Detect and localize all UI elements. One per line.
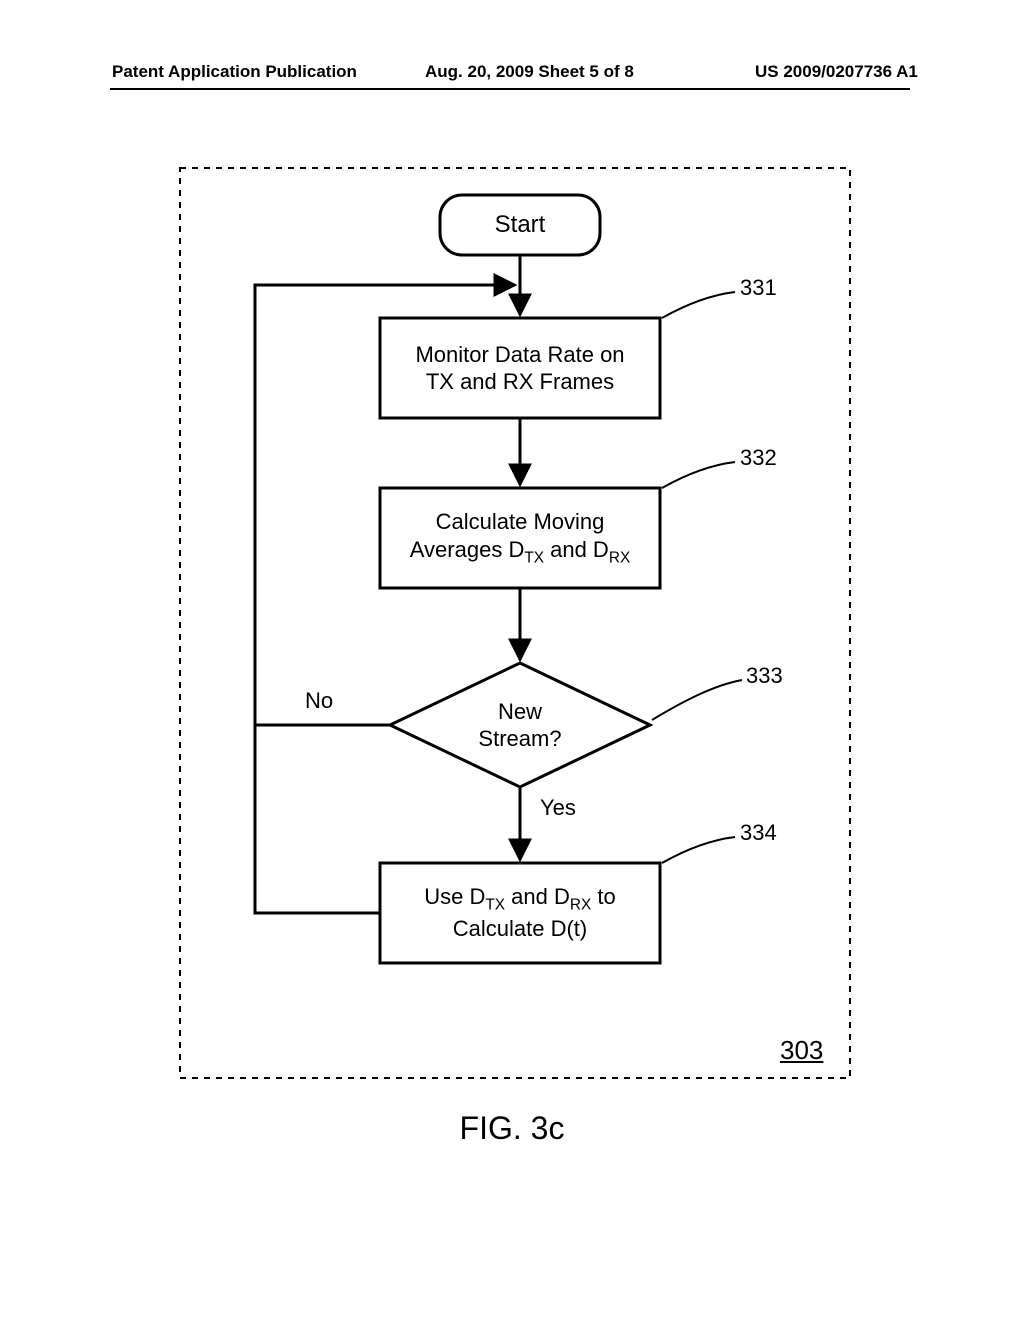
step-331-text: Monitor Data Rate onTX and RX Frames — [380, 318, 660, 418]
container-ref: 303 — [780, 1035, 840, 1066]
step-332-text: Calculate MovingAverages DTX and DRX — [380, 488, 660, 588]
ref-331: 331 — [740, 275, 810, 301]
edge-334-loop — [255, 725, 380, 913]
ref-333: 333 — [746, 663, 816, 689]
header-rule — [110, 88, 910, 90]
step-334-text: Use DTX and DRX toCalculate D(t) — [380, 863, 660, 963]
header-left: Patent Application Publication — [112, 62, 357, 82]
start-label: Start — [440, 195, 600, 255]
ref-332: 332 — [740, 445, 810, 471]
header-right: US 2009/0207736 A1 — [755, 62, 918, 82]
yes-label: Yes — [540, 795, 600, 821]
ref-334: 334 — [740, 820, 810, 846]
header-middle: Aug. 20, 2009 Sheet 5 of 8 — [425, 62, 634, 82]
no-label: No — [305, 688, 365, 714]
leader-332 — [662, 462, 735, 488]
flowchart-container: Start Monitor Data Rate onTX and RX Fram… — [110, 140, 910, 1140]
leader-331 — [662, 292, 735, 318]
leader-334 — [662, 837, 735, 863]
leader-333 — [652, 680, 742, 720]
figure-caption: FIG. 3c — [0, 1110, 1024, 1147]
decision-333-text: NewStream? — [440, 680, 600, 770]
